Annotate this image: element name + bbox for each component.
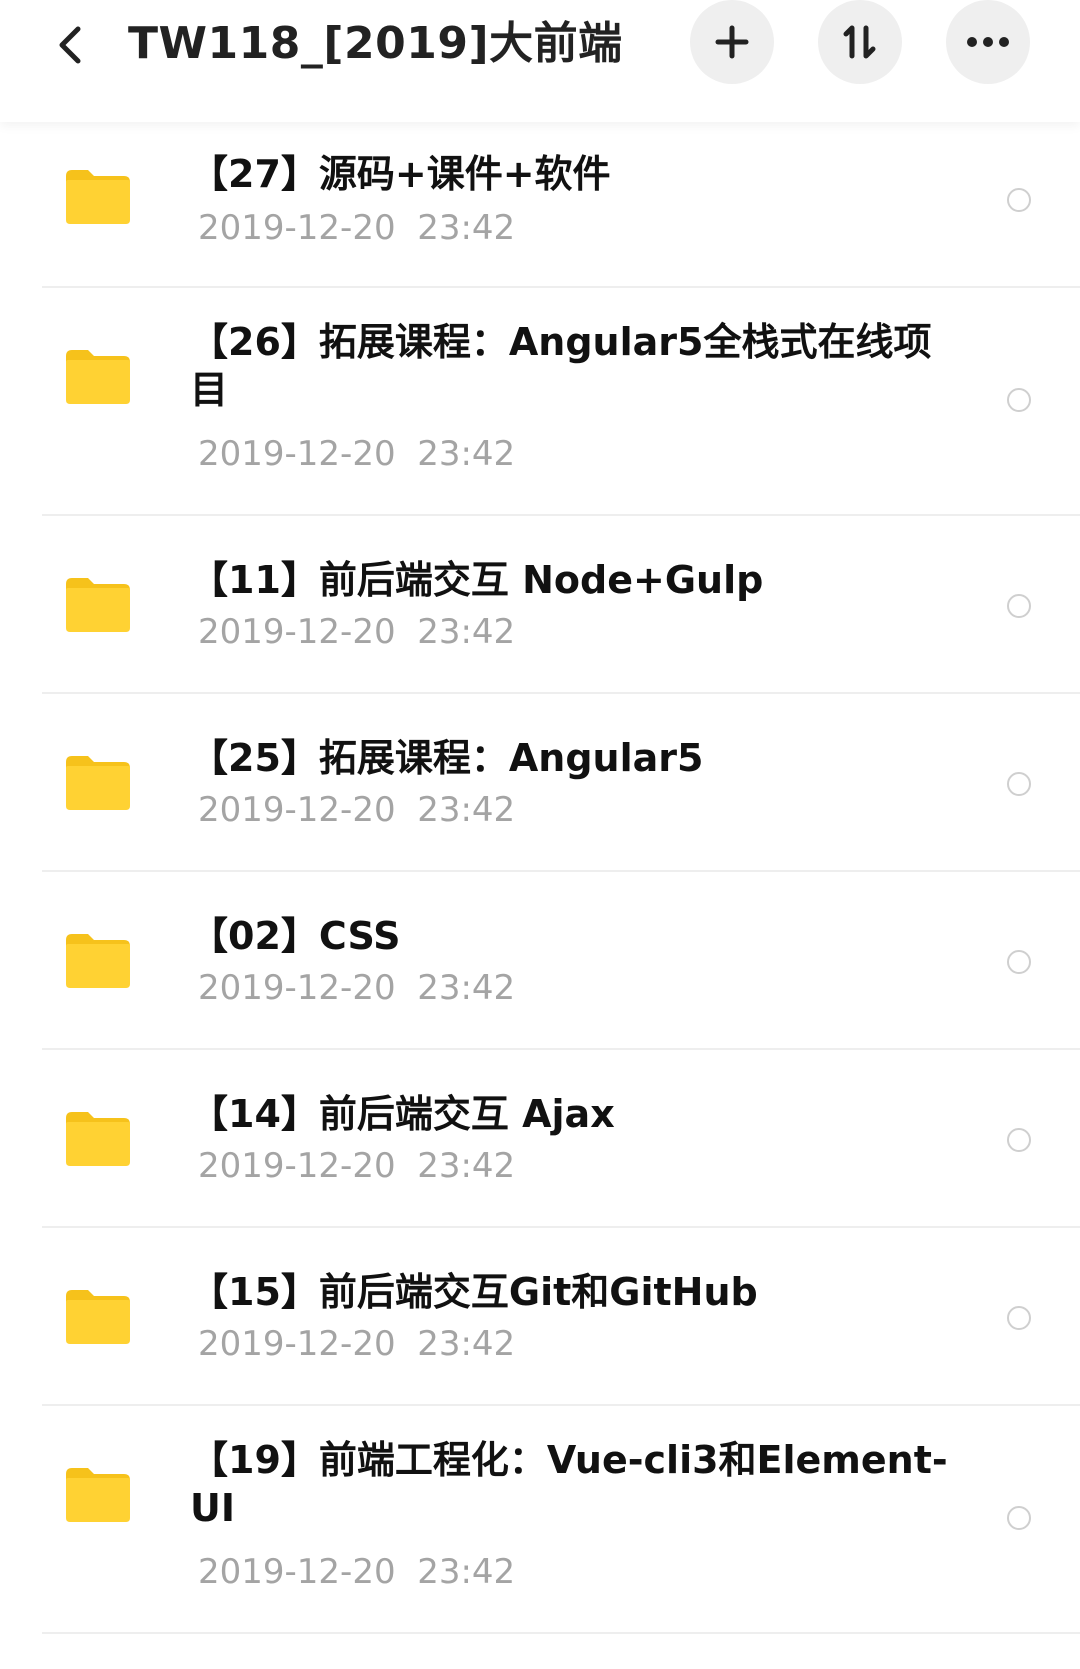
- back-button[interactable]: [40, 10, 100, 80]
- folder-date: 2019-12-20 23:42: [198, 434, 516, 474]
- folder-item[interactable]: 【14】前后端交互 Ajax 2019-12-20 23:42: [0, 1050, 1080, 1228]
- chevron-left-icon: [59, 26, 81, 64]
- folder-date: 2019-12-20 23:42: [198, 790, 516, 830]
- folder-item[interactable]: 【11】前后端交互 Node+Gulp 2019-12-20 23:42: [0, 516, 1080, 694]
- more-button[interactable]: [946, 0, 1030, 84]
- folder-icon: [66, 350, 130, 404]
- folder-name: 【19】前端工程化：Vue-cli3和Element-UI: [190, 1438, 948, 1530]
- divider: [42, 1632, 1080, 1634]
- select-radio[interactable]: [1007, 594, 1031, 618]
- file-list: 【27】源码+课件+软件 2019-12-20 23:42 【26】拓展课程：A…: [0, 122, 1080, 1634]
- select-radio[interactable]: [1007, 1306, 1031, 1330]
- folder-name: 【27】源码+课件+软件: [190, 152, 611, 196]
- folder-date: 2019-12-20 23:42: [198, 1146, 516, 1186]
- select-radio[interactable]: [1007, 1128, 1031, 1152]
- folder-icon: [66, 934, 130, 988]
- folder-date: 2019-12-20 23:42: [198, 1324, 516, 1364]
- folder-date: 2019-12-20 23:42: [198, 208, 516, 248]
- folder-item[interactable]: 【26】拓展课程：Angular5全栈式在线项目 2019-12-20 23:4…: [0, 288, 1080, 516]
- folder-icon: [66, 578, 130, 632]
- folder-icon: [66, 1290, 130, 1344]
- folder-name: 【15】前后端交互Git和GitHub: [190, 1270, 758, 1314]
- more-icon: [967, 37, 1009, 47]
- select-radio[interactable]: [1007, 950, 1031, 974]
- select-radio[interactable]: [1007, 388, 1031, 412]
- folder-item[interactable]: 【02】CSS 2019-12-20 23:42: [0, 872, 1080, 1050]
- page-title: TW118_[2019]大前端: [128, 18, 623, 69]
- sort-button[interactable]: [818, 0, 902, 84]
- folder-item[interactable]: 【19】前端工程化：Vue-cli3和Element-UI 2019-12-20…: [0, 1406, 1080, 1634]
- folder-icon: [66, 756, 130, 810]
- folder-icon: [66, 170, 130, 224]
- folder-date: 2019-12-20 23:42: [198, 612, 516, 652]
- folder-name: 【11】前后端交互 Node+Gulp: [190, 558, 764, 602]
- folder-icon: [66, 1468, 130, 1522]
- sort-icon: [843, 25, 876, 59]
- select-radio[interactable]: [1007, 188, 1031, 212]
- folder-name: 【26】拓展课程：Angular5全栈式在线项目: [190, 320, 932, 412]
- folder-name: 【25】拓展课程：Angular5: [190, 736, 704, 780]
- folder-date: 2019-12-20 23:42: [198, 968, 516, 1008]
- folder-icon: [66, 1112, 130, 1166]
- select-radio[interactable]: [1007, 1506, 1031, 1530]
- folder-item[interactable]: 【25】拓展课程：Angular5 2019-12-20 23:42: [0, 694, 1080, 872]
- select-radio[interactable]: [1007, 772, 1031, 796]
- plus-icon: [715, 25, 749, 59]
- top-bar: TW118_[2019]大前端: [0, 0, 1080, 122]
- add-button[interactable]: [690, 0, 774, 84]
- folder-name: 【14】前后端交互 Ajax: [190, 1092, 615, 1136]
- folder-name: 【02】CSS: [190, 914, 401, 958]
- folder-item[interactable]: 【15】前后端交互Git和GitHub 2019-12-20 23:42: [0, 1228, 1080, 1406]
- folder-item[interactable]: 【27】源码+课件+软件 2019-12-20 23:42: [0, 122, 1080, 288]
- folder-date: 2019-12-20 23:42: [198, 1552, 516, 1592]
